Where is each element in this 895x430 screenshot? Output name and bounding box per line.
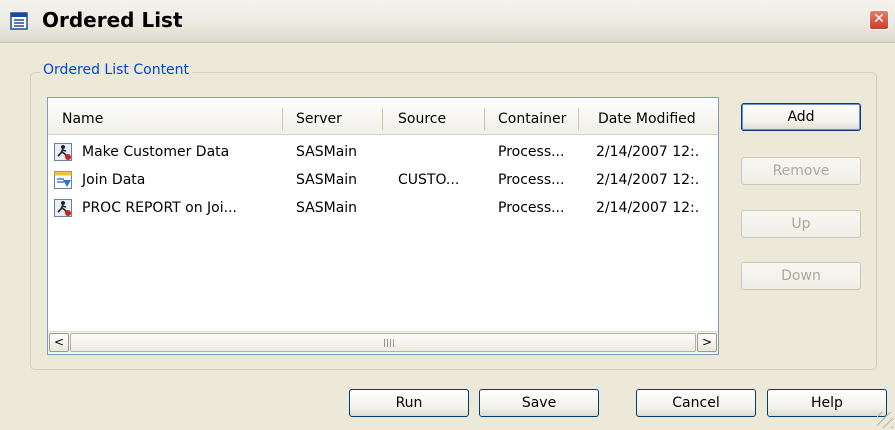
chevron-left-icon: < (53, 335, 65, 349)
remove-button[interactable]: Remove (741, 157, 861, 185)
column-header-date-modified[interactable]: Date Modified (598, 98, 696, 134)
cell-container: Process... (498, 200, 565, 216)
save-button[interactable]: Save (479, 389, 599, 417)
close-button[interactable]: ✕ (869, 10, 889, 30)
add-button[interactable]: Add (741, 103, 861, 131)
horizontal-scrollbar[interactable]: < > (48, 331, 718, 354)
column-header-server[interactable]: Server (296, 98, 342, 134)
down-button[interactable]: Down (741, 262, 861, 290)
job-run-icon (54, 143, 72, 161)
table-row[interactable]: Make Customer Data SASMain Process... 2/… (48, 138, 718, 166)
column-divider[interactable] (484, 108, 485, 130)
cell-date-modified: 2/14/2007 12:. (596, 144, 700, 160)
list-header: Name Server Source Container Date Modifi… (48, 98, 718, 135)
cell-container: Process... (498, 144, 565, 160)
group-label: Ordered List Content (40, 62, 193, 78)
resize-grip-icon[interactable] (877, 412, 893, 428)
title-bar[interactable]: Ordered List ✕ (0, 0, 895, 43)
column-header-container[interactable]: Container (498, 98, 566, 134)
column-header-source[interactable]: Source (398, 98, 446, 134)
close-icon: ✕ (873, 11, 885, 27)
column-header-name[interactable]: Name (62, 98, 103, 134)
column-divider[interactable] (282, 108, 283, 130)
cell-name: Join Data (82, 172, 146, 188)
cancel-button[interactable]: Cancel (636, 389, 756, 417)
cell-date-modified: 2/14/2007 12:. (596, 200, 700, 216)
cell-source: CUSTO... (398, 172, 460, 188)
scroll-right-button[interactable]: > (697, 333, 717, 352)
table-row[interactable]: PROC REPORT on Joi... SASMain Process...… (48, 194, 718, 222)
help-button[interactable]: Help (767, 389, 887, 417)
grip-icon (384, 339, 396, 347)
cell-name: PROC REPORT on Joi... (82, 200, 237, 216)
cell-container: Process... (498, 172, 565, 188)
run-button[interactable]: Run (349, 389, 469, 417)
ordered-list-icon (10, 12, 28, 30)
column-divider[interactable] (578, 108, 579, 130)
ordered-list-view[interactable]: Name Server Source Container Date Modifi… (47, 97, 719, 355)
cell-server: SASMain (296, 200, 358, 216)
column-divider[interactable] (382, 108, 383, 130)
cell-name: Make Customer Data (82, 144, 230, 160)
join-data-icon (54, 171, 72, 189)
cell-server: SASMain (296, 144, 358, 160)
cell-server: SASMain (296, 172, 358, 188)
chevron-right-icon: > (701, 335, 713, 349)
job-run-icon (54, 199, 72, 217)
window-title: Ordered List (42, 8, 183, 32)
up-button[interactable]: Up (741, 210, 861, 238)
scrollbar-thumb[interactable] (70, 333, 696, 352)
table-row[interactable]: Join Data SASMain CUSTO... Process... 2/… (48, 166, 718, 194)
cell-date-modified: 2/14/2007 12:. (596, 172, 700, 188)
scroll-left-button[interactable]: < (49, 333, 69, 352)
